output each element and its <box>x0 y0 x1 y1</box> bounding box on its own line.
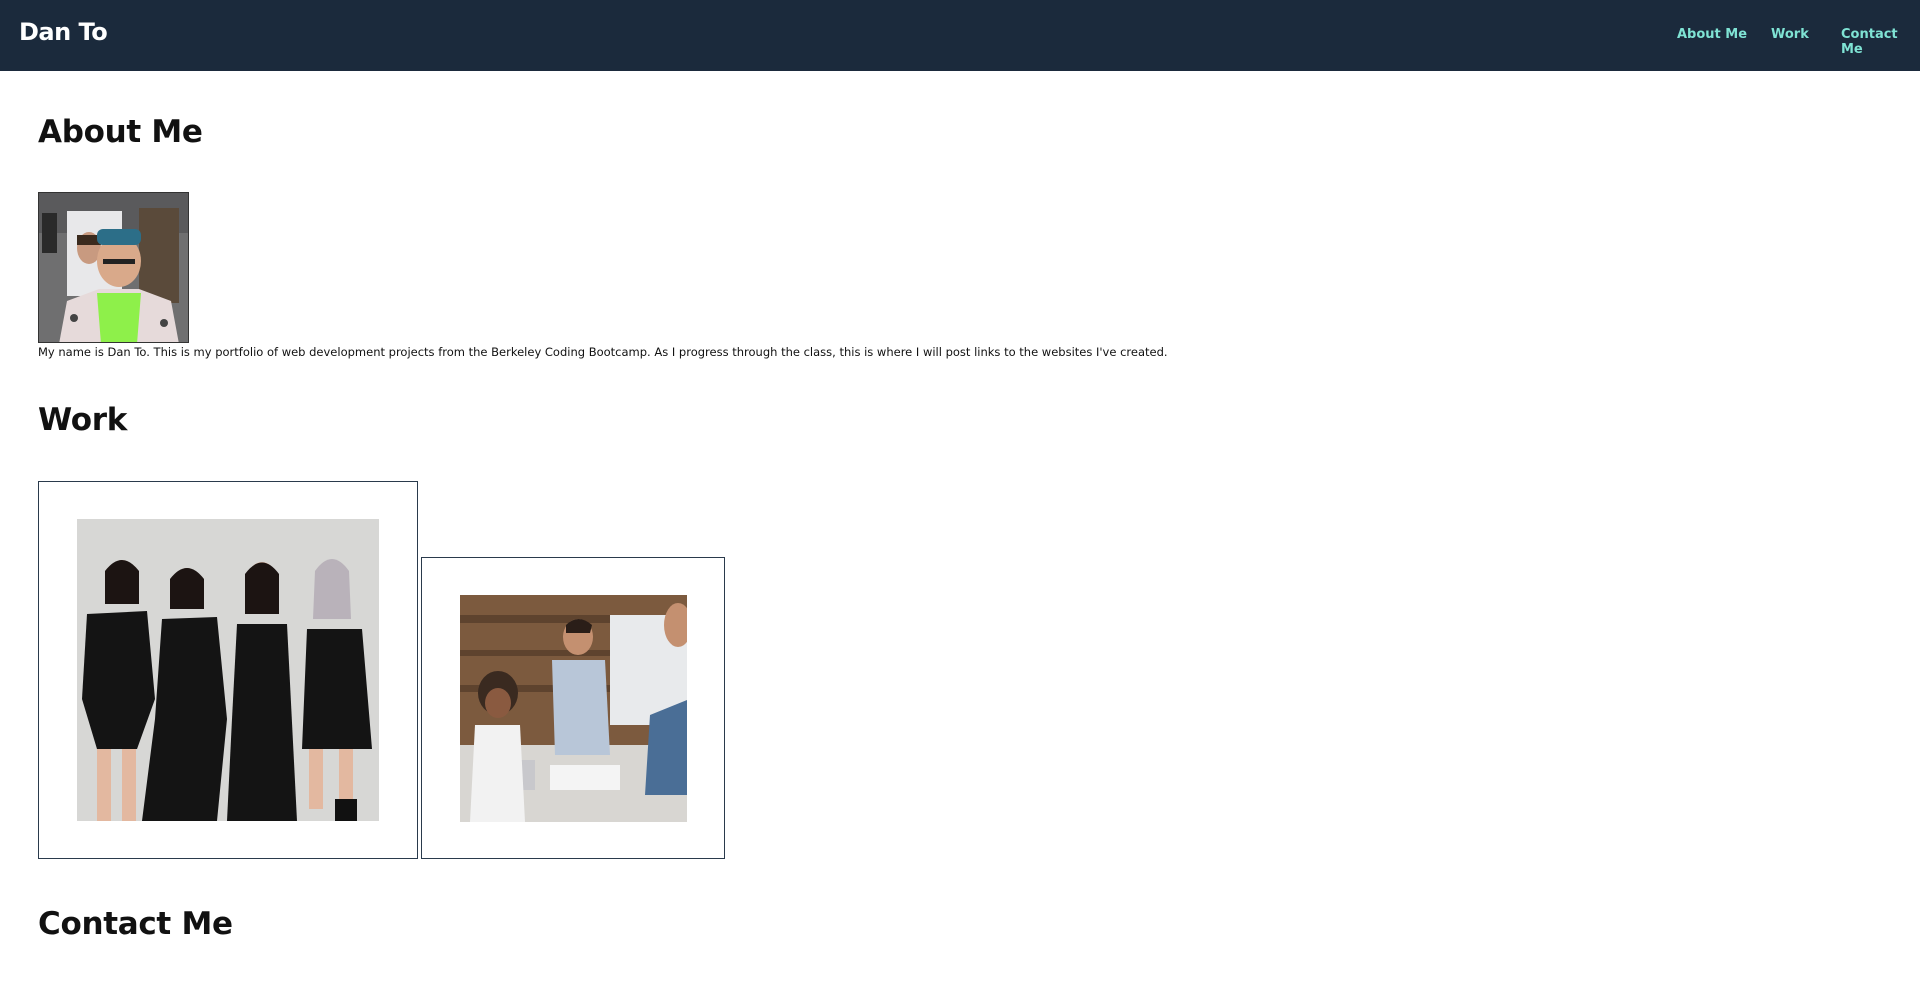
nav-link-about[interactable]: About Me <box>1677 27 1747 42</box>
profile-photo <box>38 192 189 343</box>
nav-link-work[interactable]: Work <box>1771 27 1809 42</box>
profile-photo-image <box>39 193 188 342</box>
work-project-image-2 <box>460 595 687 822</box>
about-heading: About Me <box>38 114 203 150</box>
work-project-card-1[interactable] <box>38 481 418 859</box>
contact-heading: Contact Me <box>38 906 233 942</box>
work-project-image-1 <box>77 519 379 821</box>
work-project-card-2[interactable] <box>421 557 725 859</box>
work-heading: Work <box>38 402 128 438</box>
site-brand: Dan To <box>19 18 108 46</box>
nav-link-contact[interactable]: Contact Me <box>1841 27 1920 57</box>
about-description: My name is Dan To. This is my portfolio … <box>38 345 1168 359</box>
site-header: Dan To About Me Work Contact Me <box>0 0 1920 71</box>
